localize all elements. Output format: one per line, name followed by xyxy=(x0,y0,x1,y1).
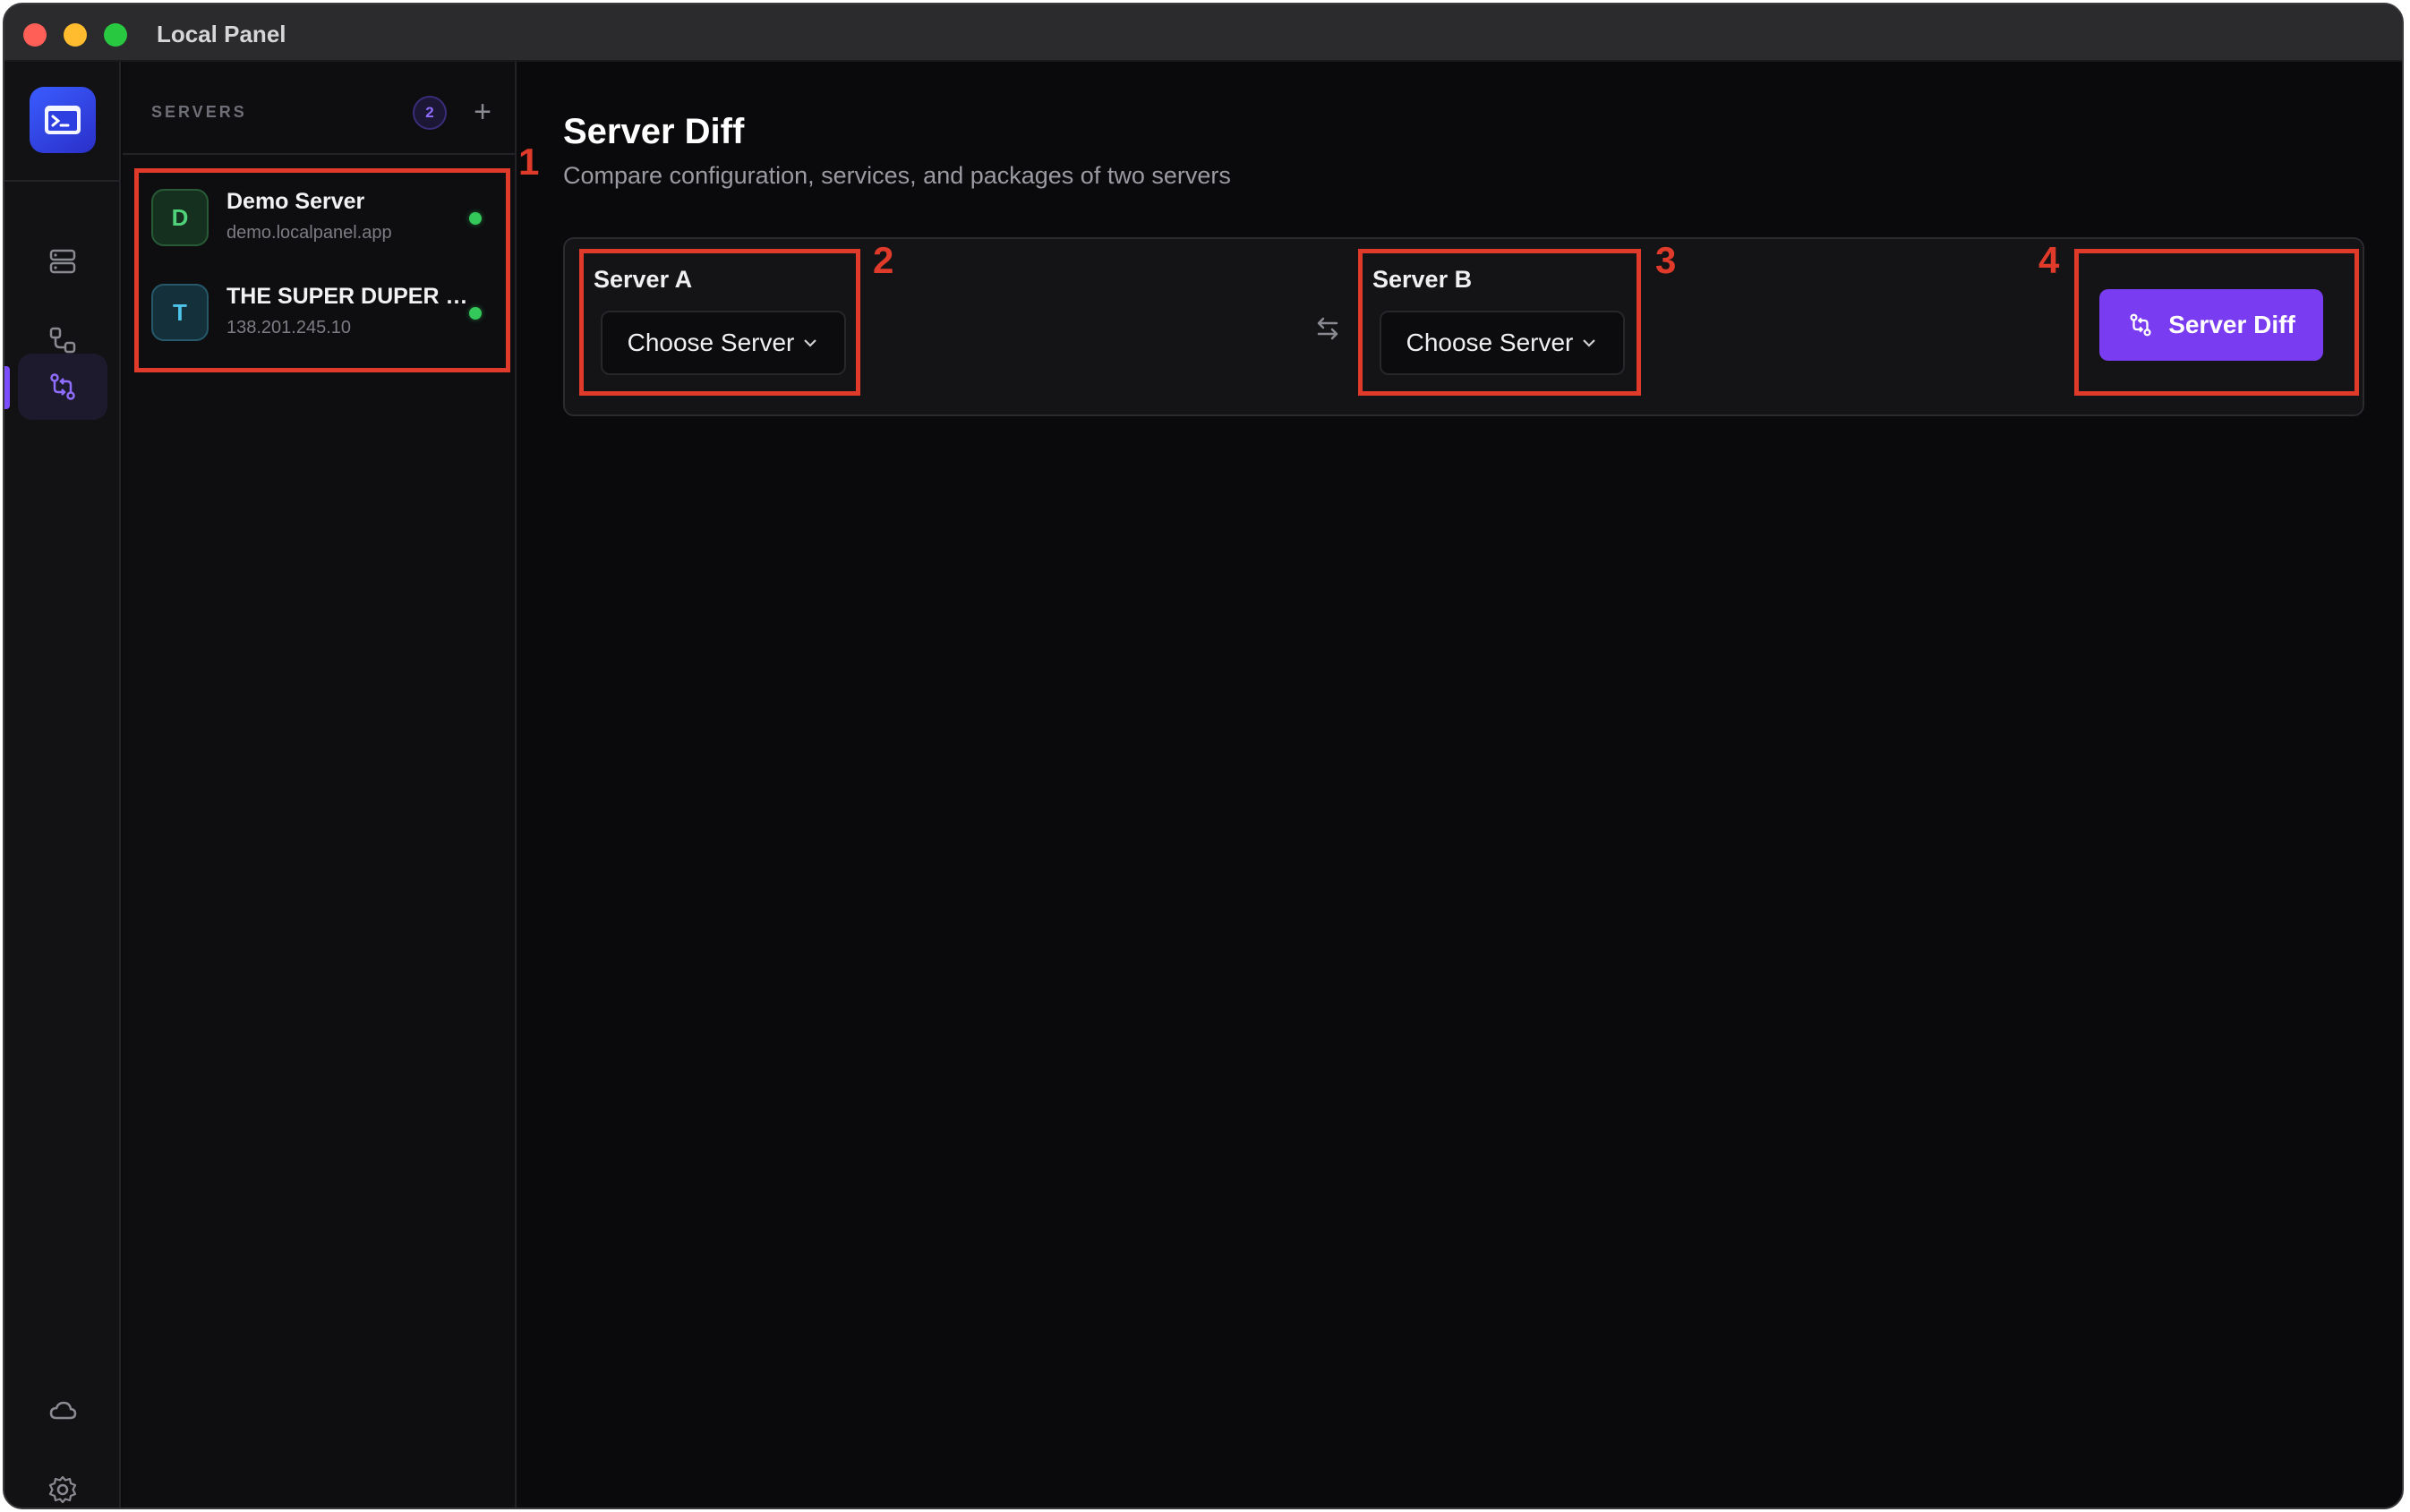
servers-icon xyxy=(49,249,76,274)
minimize-window-button[interactable] xyxy=(64,23,87,47)
rail-divider xyxy=(4,180,119,182)
app-window: Local Panel SERVERS 2 + D Demo Server de… xyxy=(3,3,2404,1509)
annotation-number-3: 3 xyxy=(1655,239,1677,281)
annotation-box-4 xyxy=(2074,249,2359,396)
maximize-window-button[interactable] xyxy=(104,23,127,47)
annotation-number-1: 1 xyxy=(518,141,540,183)
rail-settings-button[interactable] xyxy=(18,1456,107,1508)
title-bar: Local Panel xyxy=(4,4,2402,62)
annotation-number-4: 4 xyxy=(2038,239,2060,281)
add-server-button[interactable]: + xyxy=(465,94,500,130)
annotation-number-2: 2 xyxy=(873,239,894,281)
rail-diff-button[interactable] xyxy=(18,354,107,420)
annotation-box-2 xyxy=(579,249,860,396)
cloud-icon xyxy=(49,1401,77,1420)
server-count-badge: 2 xyxy=(413,96,447,130)
nav-rail xyxy=(4,62,121,1508)
annotation-box-3 xyxy=(1358,249,1641,396)
connections-icon xyxy=(49,327,76,354)
window-title: Local Panel xyxy=(157,21,286,47)
gear-icon xyxy=(48,1475,77,1504)
close-window-button[interactable] xyxy=(23,23,47,47)
swap-icon[interactable] xyxy=(1310,311,1346,346)
rail-servers-button[interactable] xyxy=(18,228,107,295)
logo-icon xyxy=(45,106,81,134)
rail-cloud-button[interactable] xyxy=(18,1378,107,1444)
active-indicator xyxy=(4,366,10,409)
page-subtitle: Compare configuration, services, and pac… xyxy=(563,162,1231,189)
page-title: Server Diff xyxy=(563,112,745,151)
diff-icon xyxy=(50,373,75,400)
annotation-box-1 xyxy=(134,168,510,372)
app-logo xyxy=(30,87,96,153)
servers-heading: SERVERS xyxy=(151,103,247,121)
servers-header: SERVERS 2 + xyxy=(123,62,515,155)
